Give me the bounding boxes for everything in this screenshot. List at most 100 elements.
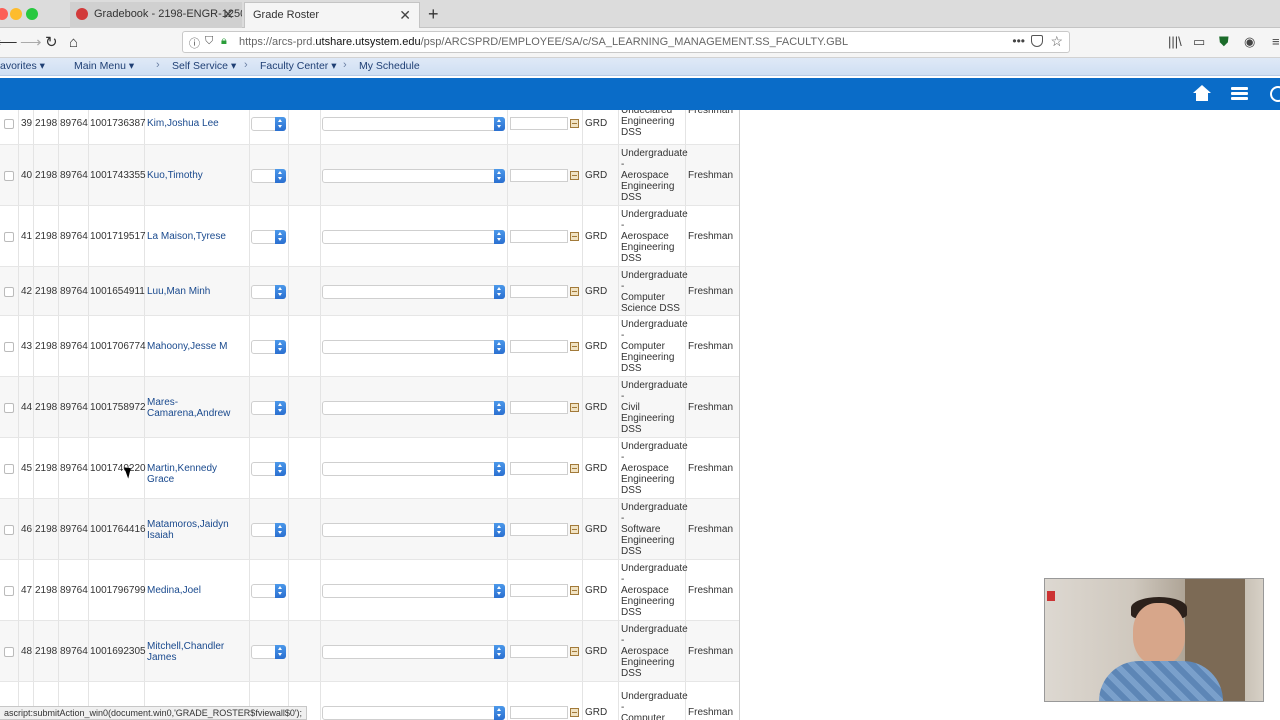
- forward-icon[interactable]: ⟶: [20, 34, 42, 52]
- calendar-icon[interactable]: [570, 708, 579, 717]
- official-grade-select[interactable]: [322, 401, 505, 415]
- official-grade-select[interactable]: [322, 230, 505, 244]
- minimize-window-button[interactable]: [10, 8, 22, 20]
- student-name-link[interactable]: Medina,Joel: [147, 585, 247, 596]
- main-menu[interactable]: Main Menu ▾: [74, 60, 134, 72]
- row-select-checkbox[interactable]: [4, 464, 14, 474]
- calendar-icon[interactable]: [570, 403, 579, 412]
- row-select-checkbox[interactable]: [4, 525, 14, 535]
- roster-grade-select[interactable]: [251, 117, 286, 131]
- close-window-button[interactable]: [0, 8, 8, 20]
- roster-grade-select[interactable]: [251, 584, 286, 598]
- last-attendance-date-input[interactable]: [510, 645, 568, 658]
- official-grade-select[interactable]: [322, 645, 505, 659]
- calendar-icon[interactable]: [570, 586, 579, 595]
- official-grade-select[interactable]: [322, 340, 505, 354]
- student-name-link[interactable]: Kuo,Timothy: [147, 170, 247, 181]
- student-name-link[interactable]: Luu,Man Minh: [147, 286, 247, 297]
- dropdown-arrow-icon: [494, 645, 505, 659]
- roster-grade-select[interactable]: [251, 401, 286, 415]
- navbar-icon[interactable]: [1270, 86, 1280, 102]
- last-attendance-date-input[interactable]: [510, 230, 568, 243]
- calendar-icon[interactable]: [570, 287, 579, 296]
- roster-grade-select[interactable]: [251, 340, 286, 354]
- last-attendance-date-input[interactable]: [510, 706, 568, 719]
- portal-home-icon[interactable]: [1193, 85, 1211, 102]
- student-name-link[interactable]: Matamoros,Jaidyn Isaiah: [147, 519, 247, 541]
- row-select-checkbox[interactable]: [4, 171, 14, 181]
- official-grade-select[interactable]: [322, 169, 505, 183]
- close-tab-icon[interactable]: ✕: [222, 2, 234, 26]
- row-select-checkbox[interactable]: [4, 119, 14, 129]
- calendar-icon[interactable]: [570, 171, 579, 180]
- maximize-window-button[interactable]: [26, 8, 38, 20]
- academic-plan-line: -: [621, 281, 625, 292]
- reload-icon[interactable]: ↻: [45, 34, 58, 52]
- row-select-checkbox[interactable]: [4, 647, 14, 657]
- self-service-menu[interactable]: Self Service ▾: [172, 60, 236, 72]
- roster-grade-select[interactable]: [251, 462, 286, 476]
- student-name-link[interactable]: La Maison,Tyrese: [147, 231, 247, 242]
- last-attendance-date-input[interactable]: [510, 285, 568, 298]
- roster-grade-select[interactable]: [251, 169, 286, 183]
- calendar-icon[interactable]: [570, 464, 579, 473]
- last-attendance-date-input[interactable]: [510, 523, 568, 536]
- last-attendance-date-input[interactable]: [510, 117, 568, 130]
- calendar-icon[interactable]: [570, 525, 579, 534]
- official-grade-select[interactable]: [322, 462, 505, 476]
- row-select-checkbox[interactable]: [4, 342, 14, 352]
- official-grade-select[interactable]: [322, 285, 505, 299]
- last-attendance-date-input[interactable]: [510, 340, 568, 353]
- calendar-icon[interactable]: [570, 119, 579, 128]
- row-select-checkbox[interactable]: [4, 287, 14, 297]
- roster-grade-select[interactable]: [251, 523, 286, 537]
- menu-icon[interactable]: ≡: [1272, 34, 1280, 49]
- row-select-checkbox[interactable]: [4, 403, 14, 413]
- url-text[interactable]: https://arcs-prd.utshare.utsystem.edu/ps…: [239, 36, 848, 48]
- back-icon[interactable]: ⟵: [0, 34, 18, 52]
- official-grade-select[interactable]: [322, 584, 505, 598]
- page-actions-icon[interactable]: •••: [1012, 34, 1025, 48]
- roster-grade-select[interactable]: [251, 230, 286, 244]
- student-name-link[interactable]: Mahoony,Jesse M: [147, 341, 247, 352]
- student-name-link[interactable]: Mares-Camarena,Andrew: [147, 397, 247, 419]
- info-icon[interactable]: ⓘ: [189, 35, 200, 51]
- bookmark-star-icon[interactable]: ☆: [1050, 33, 1063, 50]
- official-grade-select[interactable]: [322, 117, 505, 131]
- last-attendance-date-input[interactable]: [510, 462, 568, 475]
- dropdown-arrow-icon: [275, 462, 286, 476]
- tab-gradebook[interactable]: Gradebook - 2198-ENGR-1250 ✕: [70, 2, 242, 28]
- calendar-icon[interactable]: [570, 342, 579, 351]
- last-attendance-date-input[interactable]: [510, 584, 568, 597]
- last-attendance-date-input[interactable]: [510, 169, 568, 182]
- pocket-icon[interactable]: [1031, 35, 1043, 47]
- account-icon[interactable]: ◉: [1244, 34, 1255, 50]
- row-select-checkbox[interactable]: [4, 232, 14, 242]
- calendar-icon[interactable]: [570, 647, 579, 656]
- student-name-link[interactable]: Kim,Joshua Lee: [147, 118, 247, 129]
- sidebar-icon[interactable]: ▭: [1193, 34, 1205, 50]
- academic-plan-line: Aerospace: [621, 646, 669, 657]
- home-icon[interactable]: ⌂: [69, 34, 78, 52]
- hamburger-menu-icon[interactable]: [1231, 87, 1248, 101]
- library-icon[interactable]: |||\: [1168, 34, 1182, 49]
- official-grade-select[interactable]: [322, 523, 505, 537]
- calendar-icon[interactable]: [570, 232, 579, 241]
- extension-shield-icon[interactable]: ⛊: [1219, 34, 1229, 50]
- student-name-link[interactable]: Mitchell,Chandler James: [147, 641, 247, 663]
- tab-grade-roster[interactable]: Grade Roster ✕: [244, 2, 420, 28]
- student-name-link[interactable]: Martin,Kennedy Grace: [147, 463, 247, 485]
- official-grade-select[interactable]: [322, 706, 505, 720]
- shield-icon[interactable]: ⛉: [205, 35, 213, 48]
- row-select-checkbox[interactable]: [4, 586, 14, 596]
- term-cell: 2198: [35, 463, 58, 474]
- my-schedule-link[interactable]: My Schedule: [359, 60, 420, 72]
- faculty-center-menu[interactable]: Faculty Center ▾: [260, 60, 336, 72]
- new-tab-icon[interactable]: +: [428, 2, 439, 26]
- favorites-menu[interactable]: avorites ▾: [0, 60, 45, 72]
- roster-grade-select[interactable]: [251, 285, 286, 299]
- roster-grade-select[interactable]: [251, 645, 286, 659]
- close-tab-icon[interactable]: ✕: [399, 3, 411, 27]
- address-bar[interactable]: ⓘ ⛉ 🔒︎ https://arcs-prd.utshare.utsystem…: [182, 31, 1070, 53]
- last-attendance-date-input[interactable]: [510, 401, 568, 414]
